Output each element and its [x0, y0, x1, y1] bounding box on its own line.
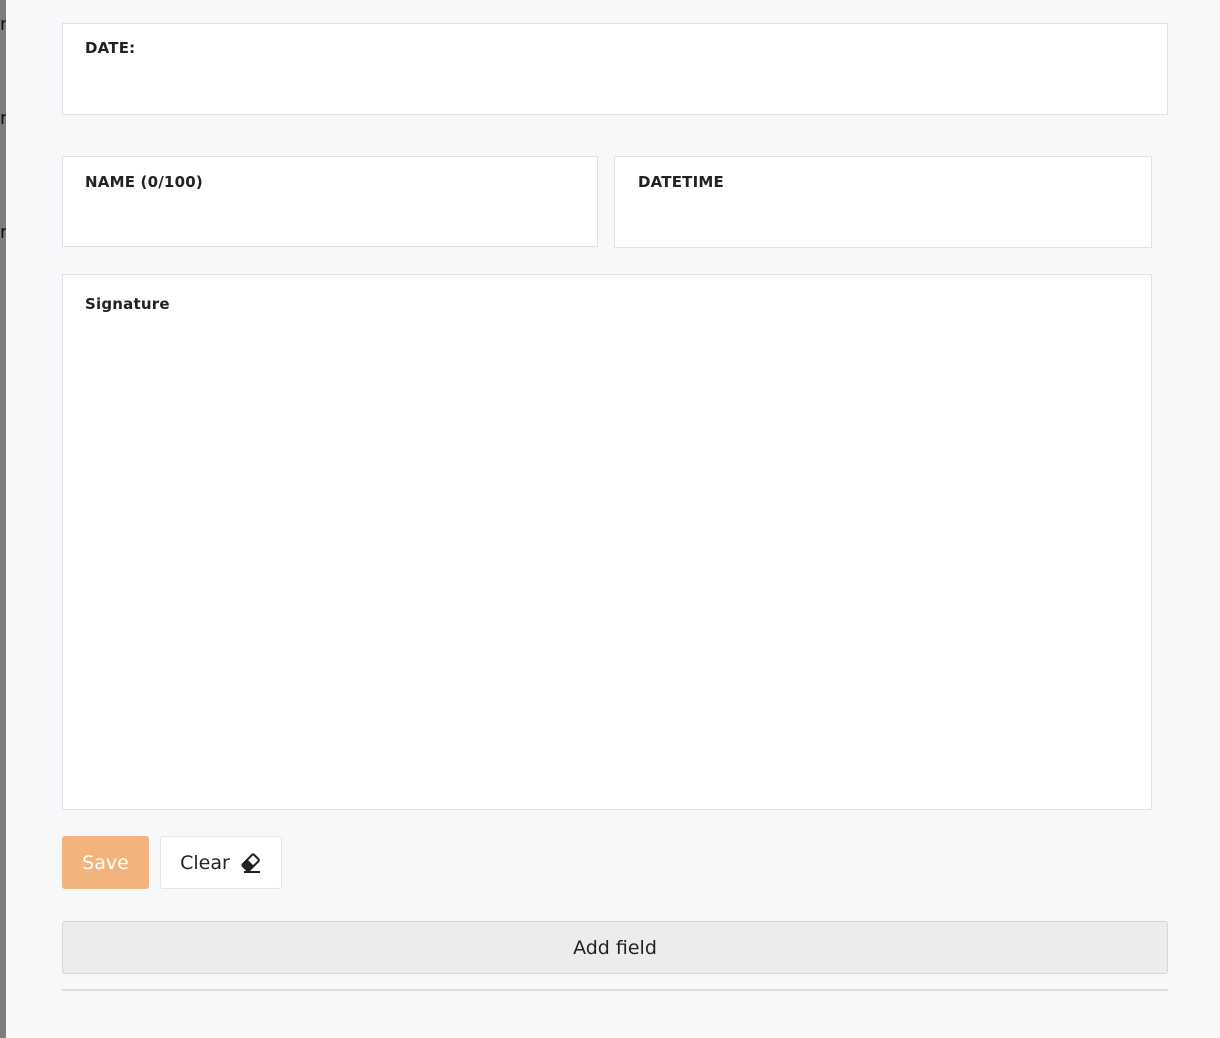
backdrop-strip: [0, 0, 6, 1038]
clear-button-label: Clear: [180, 851, 230, 874]
backdrop-text-3: r: [0, 224, 6, 242]
signature-label: Signature: [85, 295, 170, 313]
save-button-label: Save: [82, 851, 129, 874]
eraser-icon: [240, 852, 262, 874]
add-field-button[interactable]: Add field: [62, 921, 1168, 974]
signature-pad[interactable]: Signature: [62, 274, 1152, 810]
add-field-button-label: Add field: [573, 936, 657, 959]
name-field[interactable]: NAME (0/100): [62, 156, 598, 247]
backdrop-text-2: n: [0, 110, 6, 128]
bottom-divider: [62, 989, 1168, 991]
save-button[interactable]: Save: [62, 836, 149, 889]
datetime-field-label: DATETIME: [638, 173, 724, 191]
date-field[interactable]: DATE:: [62, 23, 1168, 115]
name-field-label: NAME (0/100): [85, 173, 203, 191]
date-field-label: DATE:: [85, 39, 136, 57]
clear-button[interactable]: Clear: [160, 836, 282, 889]
datetime-field[interactable]: DATETIME: [614, 156, 1152, 248]
backdrop-text-1: n: [0, 16, 6, 34]
